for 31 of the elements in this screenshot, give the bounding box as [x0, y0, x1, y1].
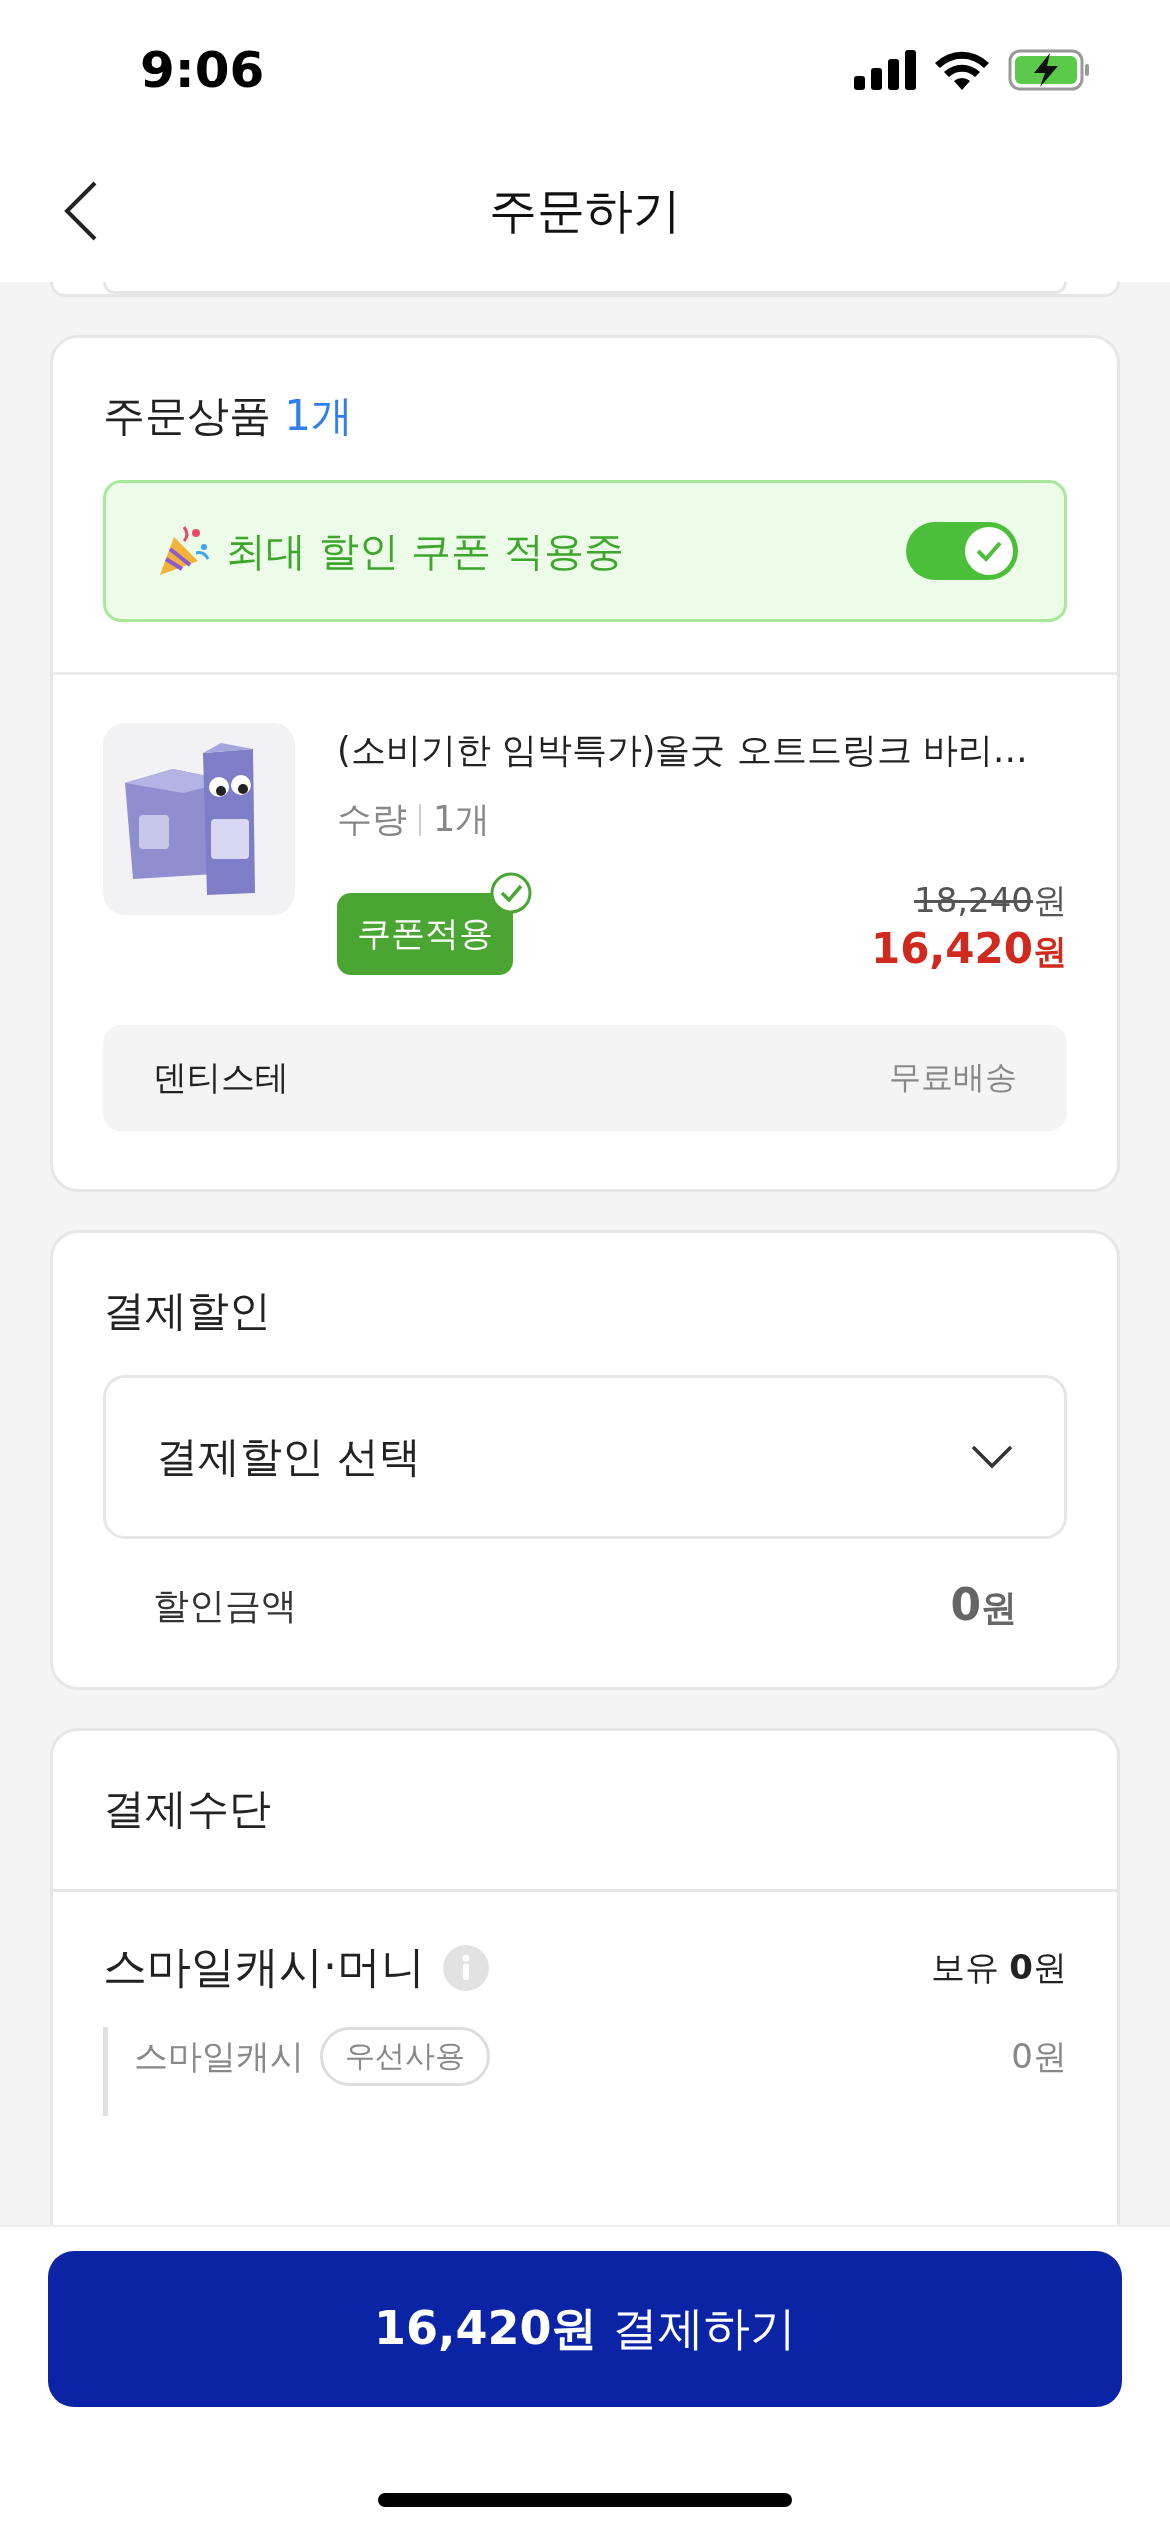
shipping-label: 무료배송	[889, 1057, 1017, 1098]
product-title: (소비기한 임박특가)올굿 오트드링크 바리…	[337, 729, 1029, 772]
sub-item-label: 스마일캐시	[134, 2034, 304, 2078]
balance-text: 보유 0원	[930, 1945, 1067, 1989]
section-heading: 주문상품 1개	[103, 390, 355, 442]
discount-select[interactable]: 결제할인 선택	[103, 1375, 1067, 1539]
status-time: 9:06	[140, 41, 265, 99]
sub-item-amount: 0원	[1011, 2034, 1067, 2078]
smile-cash-title: 스마일캐시·머니	[103, 1940, 425, 1994]
check-icon	[489, 871, 533, 915]
battery-icon	[1008, 49, 1090, 91]
seller-name: 덴티스테	[153, 1056, 289, 1099]
chevron-down-icon	[970, 1444, 1014, 1470]
coupon-applied-badge: 쿠폰적용	[337, 893, 513, 975]
sale-price: 16,420원	[870, 924, 1067, 975]
priority-tag: 우선사용	[320, 2027, 490, 2086]
quantity-label: 수량	[337, 798, 407, 841]
quantity-value: 1개	[433, 798, 491, 841]
original-price: 18,240원	[914, 879, 1067, 922]
page-title: 주문하기	[489, 181, 681, 240]
coupon-banner-label: 최대 할인 쿠폰 적용중	[226, 526, 626, 576]
section-heading: 결제수단	[103, 1783, 272, 1835]
coupon-toggle[interactable]	[906, 522, 1018, 580]
wifi-icon	[934, 50, 990, 90]
info-icon[interactable]	[443, 1944, 489, 1991]
discount-amount: 0원	[950, 1579, 1017, 1632]
signal-icon	[854, 50, 916, 90]
check-icon	[975, 540, 1003, 562]
pay-button[interactable]: 16,420원 결제하기	[48, 2251, 1122, 2407]
section-heading: 결제할인	[103, 1285, 272, 1337]
discount-amount-label: 할인금액	[153, 1583, 297, 1628]
